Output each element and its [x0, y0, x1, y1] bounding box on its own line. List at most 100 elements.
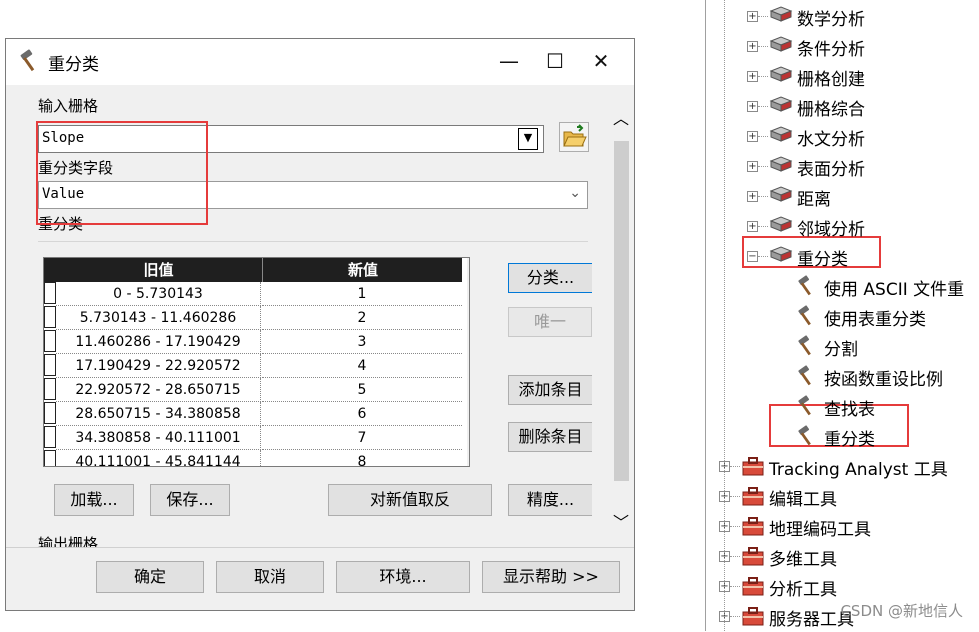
input-raster-label: 输入栅格	[38, 97, 99, 115]
new-value-cell[interactable]: 6	[262, 402, 462, 426]
title-bar[interactable]: 重分类 — ☐ ✕	[6, 39, 634, 85]
hammer-icon	[796, 275, 818, 301]
classify-button[interactable]: 分类...	[508, 263, 592, 293]
toolbox-icon	[741, 485, 765, 511]
open-folder-icon	[563, 124, 587, 147]
pane-divider[interactable]	[705, 0, 706, 631]
footer-separator	[6, 547, 634, 548]
new-value-cell[interactable]: 2	[262, 306, 462, 330]
expand-icon[interactable]: +	[747, 221, 758, 232]
expand-icon[interactable]: +	[747, 71, 758, 82]
expand-icon[interactable]: +	[747, 131, 758, 142]
table-row[interactable]: 34.380858 - 40.111001 7	[44, 426, 462, 450]
ok-button[interactable]: 确定	[96, 561, 204, 593]
maximize-button[interactable]: ☐	[532, 39, 578, 83]
row-selector[interactable]	[44, 378, 56, 400]
table-row[interactable]: 28.650715 - 34.380858 6	[44, 402, 462, 426]
new-value-cell[interactable]: 3	[262, 330, 462, 354]
tree-node-label: 距离	[797, 190, 831, 210]
toolbox-icon	[741, 455, 765, 481]
tree-node-label: 使用 ASCII 文件重	[824, 280, 965, 300]
collapse-icon[interactable]: −	[747, 251, 758, 262]
unique-button[interactable]: 唯一	[508, 307, 592, 337]
expand-icon[interactable]: +	[747, 191, 758, 202]
precision-button[interactable]: 精度...	[508, 484, 592, 516]
expand-icon[interactable]: +	[747, 101, 758, 112]
tree-line	[758, 226, 768, 227]
tree-line	[730, 496, 740, 497]
scroll-up-icon[interactable]: ︿	[613, 105, 629, 129]
old-value-cell[interactable]: 22.920572 - 28.650715	[56, 378, 261, 402]
old-value-cell[interactable]: 34.380858 - 40.111001	[56, 426, 261, 450]
table-row[interactable]: 0 - 5.730143 1	[44, 282, 462, 306]
watermark: CSDN @新地信人	[840, 602, 963, 620]
tree-line	[730, 526, 740, 527]
tree-line	[758, 16, 768, 17]
old-value-cell[interactable]: 0 - 5.730143	[56, 282, 261, 306]
expand-icon[interactable]: +	[747, 161, 758, 172]
expand-icon[interactable]: +	[747, 41, 758, 52]
row-selector[interactable]	[44, 306, 56, 328]
tree-node-label: 邻域分析	[797, 220, 865, 240]
tree-node-label: 数学分析	[797, 10, 865, 30]
table-row[interactable]: 11.460286 - 17.190429 3	[44, 330, 462, 354]
table-row[interactable]: 40.111001 - 45.841144 8	[44, 450, 462, 466]
tree-guide-line	[724, 0, 725, 631]
cancel-button[interactable]: 取消	[216, 561, 324, 593]
dialog-scrollbar[interactable]: ︿ ﹀	[611, 101, 631, 551]
toolset-icon	[769, 65, 793, 89]
row-selector[interactable]	[44, 426, 56, 448]
toolbox-icon	[741, 575, 765, 601]
browse-button[interactable]	[559, 122, 589, 152]
dialog-scroll-thumb[interactable]	[614, 141, 629, 481]
tree-line	[730, 556, 740, 557]
new-value-cell[interactable]: 5	[262, 378, 462, 402]
table-row[interactable]: 5.730143 - 11.460286 2	[44, 306, 462, 330]
hammer-icon	[20, 49, 35, 72]
header-corner	[44, 258, 56, 282]
chevron-down-icon[interactable]: ▼	[518, 128, 538, 150]
row-selector[interactable]	[44, 450, 56, 466]
row-selector[interactable]	[44, 354, 56, 376]
tree-line	[758, 76, 768, 77]
new-value-cell[interactable]: 4	[262, 354, 462, 378]
delete-entry-button[interactable]: 删除条目	[508, 422, 592, 452]
table-scrollbar[interactable]: ︿ ﹀	[467, 258, 469, 466]
tree-node-label: 编辑工具	[769, 490, 837, 510]
reverse-new-values-button[interactable]: 对新值取反	[328, 484, 492, 516]
toolbox-icon	[741, 515, 765, 541]
row-selector[interactable]	[44, 402, 56, 424]
column-header-new[interactable]: 新值	[262, 258, 463, 282]
scroll-down-icon[interactable]: ﹀	[613, 509, 629, 533]
load-button[interactable]: 加载...	[54, 484, 134, 516]
old-value-cell[interactable]: 5.730143 - 11.460286	[56, 306, 261, 330]
tree-line	[758, 46, 768, 47]
row-selector[interactable]	[44, 330, 56, 352]
minimize-button[interactable]: —	[486, 39, 532, 83]
row-selector[interactable]	[44, 282, 56, 304]
tree-node-label: 条件分析	[797, 40, 865, 60]
toolset-icon	[769, 215, 793, 239]
expand-icon[interactable]: +	[747, 11, 758, 22]
old-value-cell[interactable]: 17.190429 - 22.920572	[56, 354, 261, 378]
new-value-cell[interactable]: 8	[262, 450, 462, 466]
tree-node-label: 重分类	[797, 250, 848, 270]
new-value-cell[interactable]: 1	[262, 282, 462, 306]
table-row[interactable]: 22.920572 - 28.650715 5	[44, 378, 462, 402]
hammer-icon	[796, 365, 818, 391]
environments-button[interactable]: 环境...	[336, 561, 470, 593]
tree-line	[758, 136, 768, 137]
old-value-cell[interactable]: 11.460286 - 17.190429	[56, 330, 261, 354]
add-entry-button[interactable]: 添加条目	[508, 375, 592, 405]
close-button[interactable]: ✕	[578, 39, 624, 83]
table-row[interactable]: 17.190429 - 22.920572 4	[44, 354, 462, 378]
toolset-icon	[769, 155, 793, 179]
save-button[interactable]: 保存...	[150, 484, 230, 516]
column-header-old[interactable]: 旧值	[56, 258, 261, 282]
hammer-icon	[796, 395, 818, 421]
old-value-cell[interactable]: 40.111001 - 45.841144	[56, 450, 261, 466]
show-help-button[interactable]: 显示帮助 >>	[482, 561, 620, 593]
new-value-cell[interactable]: 7	[262, 426, 462, 450]
separator	[38, 241, 588, 242]
old-value-cell[interactable]: 28.650715 - 34.380858	[56, 402, 261, 426]
